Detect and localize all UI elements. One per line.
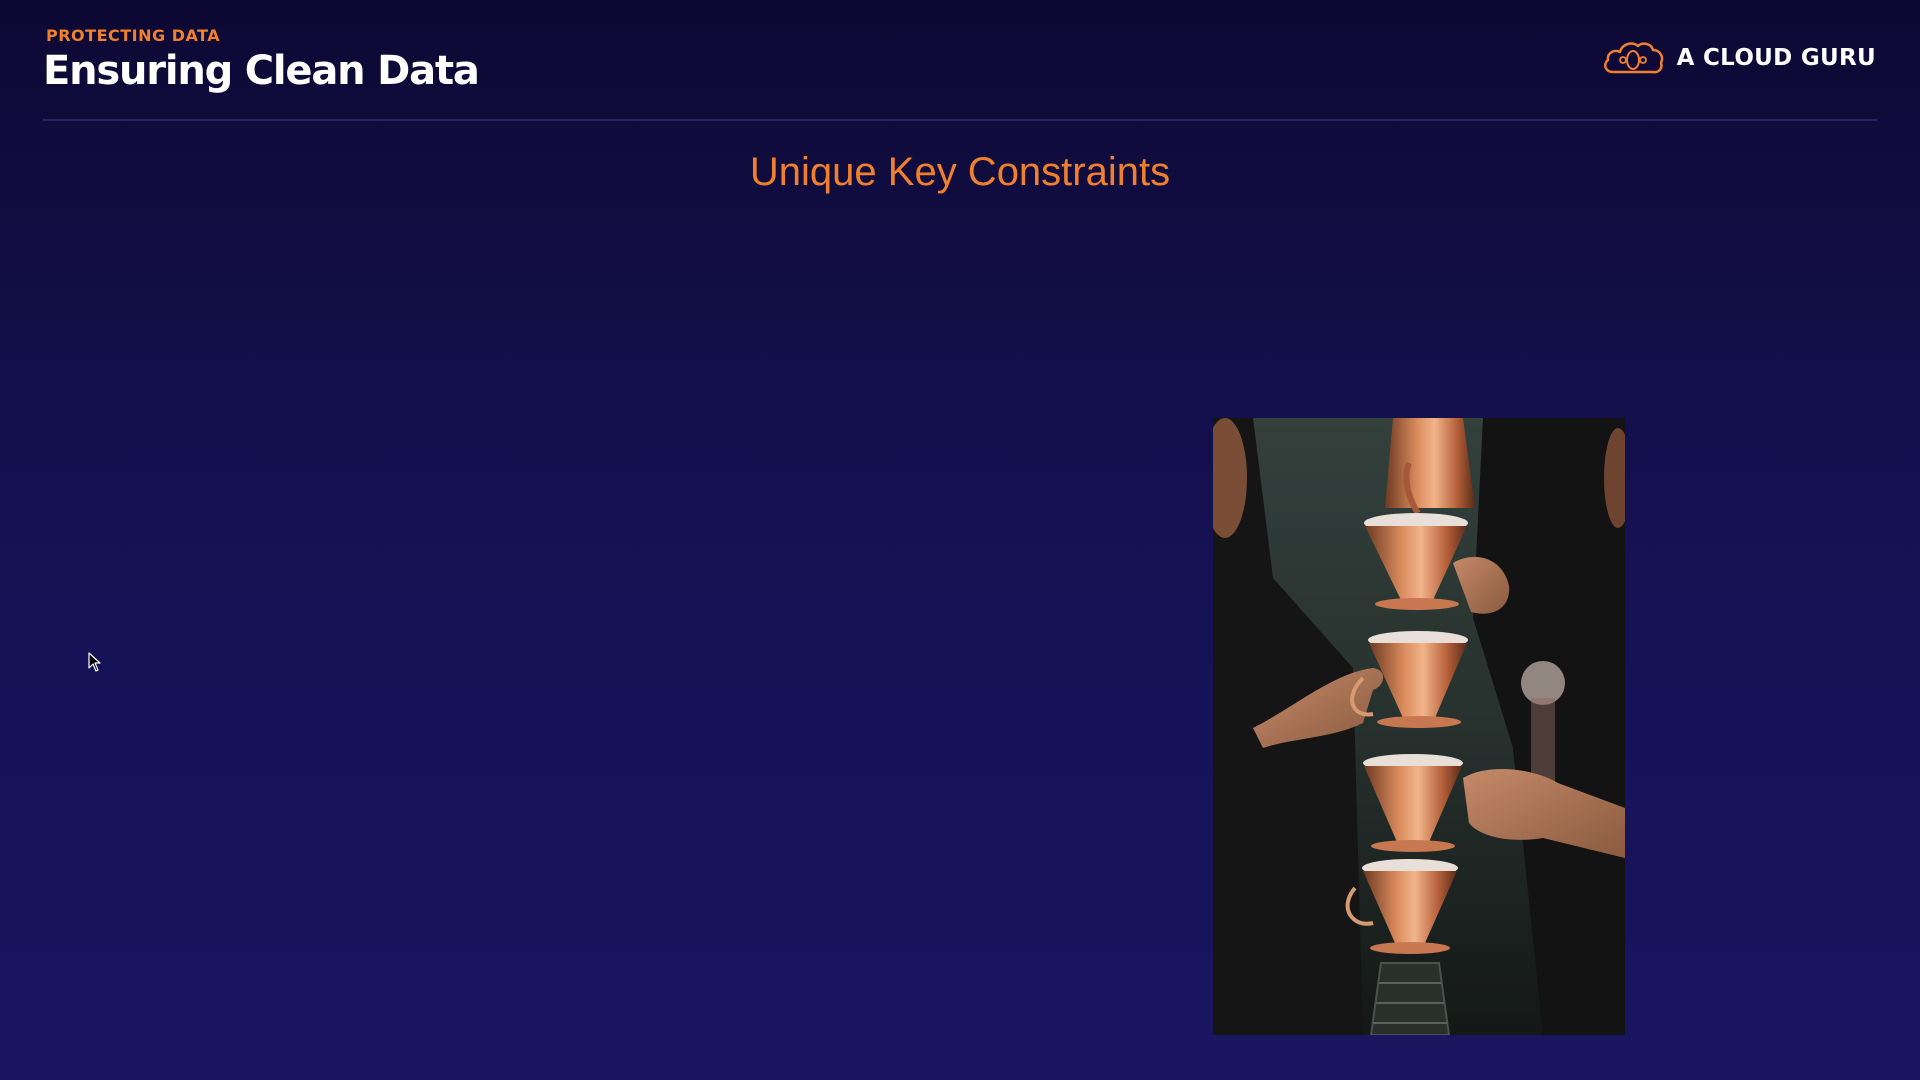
coffee-pour-over-photo bbox=[1213, 418, 1625, 1035]
mouse-cursor-icon bbox=[88, 652, 101, 672]
brand-logo-group: A CLOUD GURU bbox=[1601, 38, 1876, 78]
brand-name: A CLOUD GURU bbox=[1676, 45, 1876, 71]
cloud-logo-icon bbox=[1603, 42, 1663, 74]
slide-heading: Unique Key Constraints bbox=[749, 150, 1171, 194]
header-divider bbox=[43, 119, 1877, 121]
section-eyebrow: PROTECTING DATA bbox=[46, 26, 221, 45]
page-title: Ensuring Clean Data bbox=[43, 48, 480, 94]
